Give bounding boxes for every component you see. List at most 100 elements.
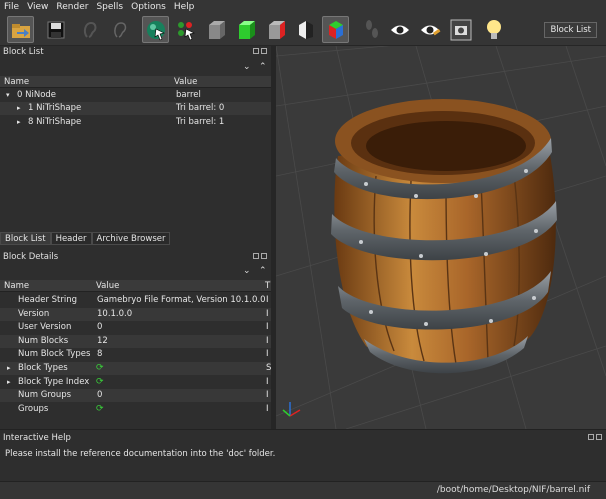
expand-arrow-icon[interactable]: ▾: [6, 89, 10, 102]
table-row[interactable]: Num Groups 0 I: [0, 389, 271, 403]
close-icon[interactable]: [596, 434, 602, 440]
block-list-title: Block List: [3, 47, 44, 57]
eye-edit-icon: [420, 25, 440, 35]
menu-file[interactable]: File: [4, 2, 19, 12]
menu-options[interactable]: Options: [131, 2, 166, 12]
table-row[interactable]: User Version 0 I: [0, 321, 271, 334]
ear-button[interactable]: [76, 16, 103, 43]
refresh-icon[interactable]: ⟳: [96, 362, 104, 375]
field-value[interactable]: 10.1.0.0: [97, 308, 132, 321]
cube-green-button[interactable]: [232, 16, 259, 43]
dock-tabs: Block List Header Archive Browser: [0, 232, 271, 245]
table-row[interactable]: ▸ Block Types ⟳ S: [0, 362, 271, 375]
cube-rgb-icon: [328, 20, 343, 39]
footprints-button[interactable]: [358, 16, 385, 43]
block-details-title: Block Details: [3, 252, 59, 262]
close-icon[interactable]: [261, 48, 267, 54]
tab-header[interactable]: Header: [50, 232, 92, 245]
field-name: Block Types: [18, 363, 68, 373]
menu-render[interactable]: Render: [56, 2, 88, 12]
field-value[interactable]: 0: [97, 389, 102, 402]
block-list-header: Name Value: [0, 76, 271, 88]
select-vertex-icon: [177, 21, 195, 40]
column-name[interactable]: Name: [4, 76, 29, 88]
column-type[interactable]: T: [265, 280, 270, 292]
ear-outline-icon: [113, 21, 126, 38]
table-row[interactable]: Num Block Types 8 I: [0, 348, 271, 361]
table-row[interactable]: Version 10.1.0.0 I: [0, 307, 271, 321]
chevron-up-icon[interactable]: ⌃: [259, 266, 267, 276]
chevron-down-icon[interactable]: ⌄: [243, 266, 251, 276]
menu-help[interactable]: Help: [174, 2, 195, 12]
block-list-dock-buttons: [253, 48, 267, 54]
collapse-arrow-icon[interactable]: ▸: [7, 376, 11, 389]
collapse-arrow-icon[interactable]: ▸: [17, 116, 21, 129]
table-row[interactable]: Groups ⟳ I: [0, 403, 271, 416]
cube-green-icon: [238, 20, 255, 39]
table-row[interactable]: ▸ Block Type Index ⟳ I: [0, 376, 271, 389]
cube-gray-icon: [208, 20, 225, 39]
block-details-dock-buttons: [253, 253, 267, 259]
cube-red-button[interactable]: [262, 16, 289, 43]
field-type: I: [266, 349, 269, 360]
tab-block-list[interactable]: Block List: [0, 232, 51, 245]
status-bar: /boot/home/Desktop/NIF/barrel.nif: [0, 481, 606, 499]
screenshot-icon: [450, 19, 471, 40]
load-button[interactable]: [7, 16, 34, 43]
menu-spells[interactable]: Spells: [96, 2, 123, 12]
barrel-render: [276, 46, 606, 429]
float-icon[interactable]: [588, 434, 594, 440]
eye-edit-button[interactable]: [416, 16, 443, 43]
save-icon: [47, 21, 64, 38]
tab-archive-browser[interactable]: Archive Browser: [91, 232, 171, 245]
field-type: I: [266, 295, 269, 305]
cube-rgb-button[interactable]: [322, 16, 349, 43]
screenshot-button[interactable]: [447, 16, 474, 43]
refresh-icon[interactable]: ⟳: [96, 403, 104, 416]
chevron-down-icon[interactable]: ⌄: [243, 62, 251, 72]
field-name: Block Type Index: [18, 376, 90, 387]
column-name[interactable]: Name: [4, 280, 29, 292]
column-value[interactable]: Value: [96, 280, 119, 292]
save-button[interactable]: [42, 16, 69, 43]
cube-bw-button[interactable]: [292, 16, 319, 43]
field-value[interactable]: 0: [97, 321, 102, 334]
table-row[interactable]: Num Blocks 12 I: [0, 334, 271, 348]
left-dock: Block List ⌄ ⌃ Name Value ▾ 0 NiNode bar…: [0, 46, 271, 429]
field-name: Header String: [18, 295, 78, 305]
select-object-button[interactable]: [142, 16, 169, 43]
select-vertex-button[interactable]: [172, 16, 199, 43]
field-type: I: [266, 390, 269, 401]
load-icon: [11, 23, 30, 38]
collapse-arrow-icon[interactable]: ▸: [17, 102, 21, 115]
column-value[interactable]: Value: [174, 76, 197, 88]
float-icon[interactable]: [253, 48, 259, 54]
eye-button[interactable]: [386, 16, 413, 43]
menu-view[interactable]: View: [27, 2, 48, 12]
cube-gray-button[interactable]: [202, 16, 229, 43]
chevron-up-icon[interactable]: ⌃: [259, 62, 267, 72]
field-name: User Version: [18, 322, 72, 333]
block-list-nav: ⌄ ⌃: [0, 62, 271, 74]
block-list-toggle-button[interactable]: Block List: [544, 22, 597, 38]
render-viewport[interactable]: [276, 46, 606, 429]
lightbulb-button[interactable]: [480, 16, 507, 43]
close-icon[interactable]: [261, 253, 267, 259]
float-icon[interactable]: [253, 253, 259, 259]
refresh-icon[interactable]: ⟳: [96, 376, 104, 389]
field-name: Version: [18, 308, 50, 319]
ear-outline-button[interactable]: [106, 16, 133, 43]
table-row[interactable]: Header String Gamebryo File Format, Versi…: [0, 294, 271, 307]
footprints-icon: [365, 19, 378, 38]
tree-row[interactable]: ▾ 0 NiNode barrel: [0, 89, 271, 102]
collapse-arrow-icon[interactable]: ▸: [7, 362, 11, 375]
tree-row[interactable]: ▸ 8 NiTriShape Tri barrel: 1: [0, 116, 271, 129]
field-value[interactable]: 8: [97, 348, 102, 361]
tree-row[interactable]: ▸ 1 NiTriShape Tri barrel: 0: [0, 102, 271, 115]
field-name: Num Block Types: [18, 349, 91, 360]
field-value[interactable]: 12: [97, 335, 108, 348]
field-type: I: [266, 376, 269, 387]
field-value[interactable]: Gamebryo File Format, Version 10.1.0.0: [97, 294, 266, 307]
lightbulb-icon: [486, 19, 501, 39]
field-type: I: [266, 403, 269, 414]
